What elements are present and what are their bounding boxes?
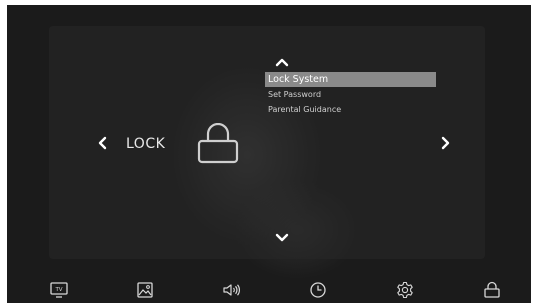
lock-submenu: Lock System Set Password Parental Guidan… (265, 72, 436, 117)
menu-title: LOCK (126, 136, 166, 152)
clock-icon[interactable] (308, 280, 328, 300)
chevron-right-icon[interactable] (441, 136, 451, 150)
lock-icon (197, 123, 239, 164)
tv-icon[interactable]: TV (49, 280, 69, 300)
lock-tab-icon[interactable] (482, 280, 502, 300)
submenu-item-lock-system[interactable]: Lock System (265, 72, 436, 87)
tv-icon-text: TV (54, 287, 62, 293)
tv-menu-screen: LOCK Lock System Set Password Parental G… (7, 5, 531, 303)
menu-panel (49, 26, 485, 259)
submenu-item-set-password[interactable]: Set Password (265, 87, 436, 102)
sound-icon[interactable] (221, 280, 241, 300)
settings-icon[interactable] (395, 280, 415, 300)
picture-icon[interactable] (135, 280, 155, 300)
chevron-down-icon[interactable] (275, 233, 289, 243)
bottom-tab-bar: TV (7, 271, 531, 303)
chevron-left-icon[interactable] (97, 136, 107, 150)
submenu-item-parental-guidance[interactable]: Parental Guidance (265, 102, 436, 117)
chevron-up-icon[interactable] (275, 57, 289, 67)
